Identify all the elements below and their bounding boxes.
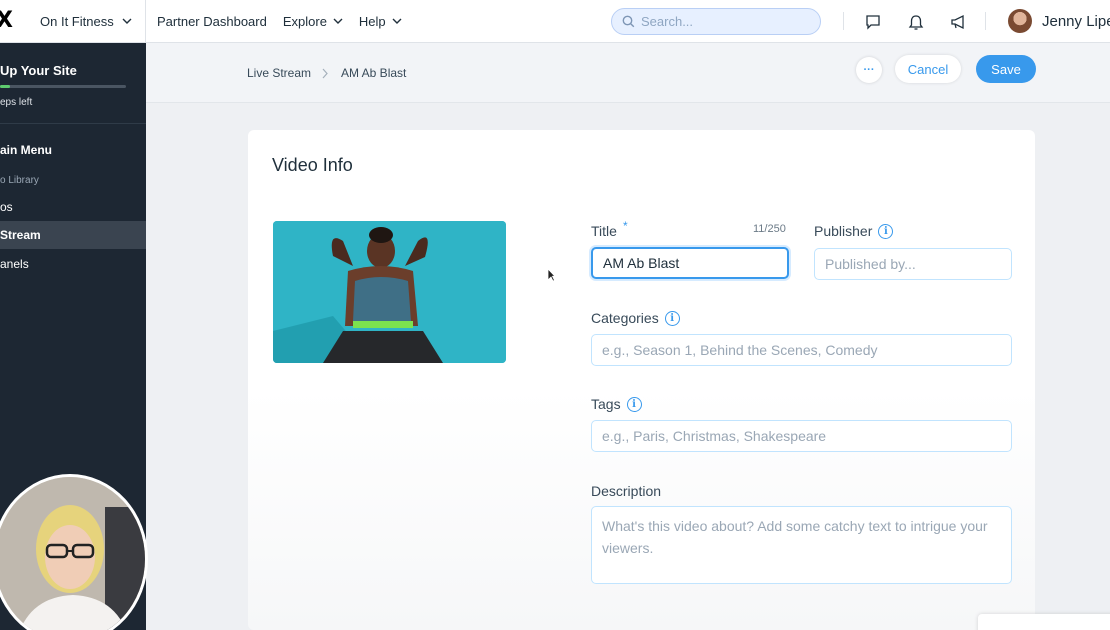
divider — [985, 12, 986, 30]
user-name[interactable]: Jenny Lipe — [1042, 13, 1110, 30]
nav-partner-dashboard[interactable]: Partner Dashboard — [157, 14, 267, 29]
required-mark: * — [622, 219, 628, 233]
chevron-down-icon — [392, 18, 402, 24]
bottom-panel-edge — [978, 614, 1110, 630]
sidebar-divider — [0, 123, 146, 124]
nav-help[interactable]: Help — [359, 14, 402, 29]
breadcrumb-current: AM Ab Blast — [341, 66, 407, 80]
title-input[interactable] — [591, 247, 789, 279]
categories-input[interactable] — [591, 334, 1012, 366]
more-actions-button[interactable]: ··· — [856, 57, 882, 83]
sidebar-item-channels[interactable]: anels — [0, 250, 146, 278]
top-bar: X On It Fitness Partner Dashboard Explor… — [0, 0, 1110, 43]
chevron-down-icon — [333, 18, 343, 24]
sidebar-item-live-stream[interactable]: Stream — [0, 221, 146, 249]
site-name: On It Fitness — [40, 13, 114, 29]
top-nav: Partner Dashboard Explore Help — [157, 0, 402, 42]
main-menu-link[interactable]: ain Menu — [0, 143, 52, 157]
divider — [843, 12, 844, 30]
sidebar-item-videos[interactable]: os — [0, 193, 146, 221]
info-icon[interactable]: i — [664, 310, 680, 326]
card-title: Video Info — [272, 155, 353, 175]
tags-label: Tags i — [591, 396, 642, 412]
breadcrumb-live-stream[interactable]: Live Stream — [247, 66, 311, 80]
breadcrumb-bar: Live Stream AM Ab Blast ··· Cancel Save — [146, 43, 1110, 103]
search-icon — [622, 15, 635, 28]
thumbnail-image — [273, 221, 506, 363]
info-icon[interactable]: i — [878, 223, 894, 239]
description-textarea[interactable] — [591, 506, 1012, 584]
save-button[interactable]: Save — [976, 55, 1036, 83]
video-thumbnail[interactable] — [273, 221, 506, 363]
video-info-card: Video Info Title* 11/250 Publisheri Cate… — [248, 130, 1035, 630]
bell-icon[interactable] — [906, 12, 926, 32]
categories-label: Categories i — [591, 310, 680, 326]
setup-progress-fill — [0, 85, 11, 88]
app-logo[interactable]: X — [0, 8, 13, 33]
nav-explore[interactable]: Explore — [283, 14, 343, 29]
title-label: Title * — [591, 219, 628, 239]
site-selector[interactable]: On It Fitness — [26, 0, 146, 42]
setup-title[interactable]: Up Your Site — [0, 63, 77, 78]
search-input[interactable] — [641, 14, 801, 29]
title-char-counter: 11/250 — [753, 223, 786, 235]
info-icon[interactable]: i — [626, 396, 642, 412]
chat-icon[interactable] — [863, 12, 883, 32]
cancel-button[interactable]: Cancel — [895, 55, 961, 83]
sidebar-section-label: o Library — [0, 175, 39, 186]
avatar[interactable] — [1008, 9, 1032, 33]
chevron-down-icon — [122, 18, 132, 24]
mouse-cursor-icon — [547, 268, 556, 282]
publisher-input[interactable] — [814, 248, 1012, 280]
steps-left-text: eps left — [0, 97, 33, 108]
search-bar[interactable] — [611, 8, 821, 35]
setup-progress-bar — [0, 85, 126, 88]
description-label: Description — [591, 483, 662, 499]
publisher-label: Publisher i — [814, 223, 894, 239]
presenter-image — [0, 477, 145, 630]
megaphone-icon[interactable] — [948, 12, 968, 32]
chevron-right-icon — [322, 68, 328, 79]
tags-input[interactable] — [591, 420, 1012, 452]
